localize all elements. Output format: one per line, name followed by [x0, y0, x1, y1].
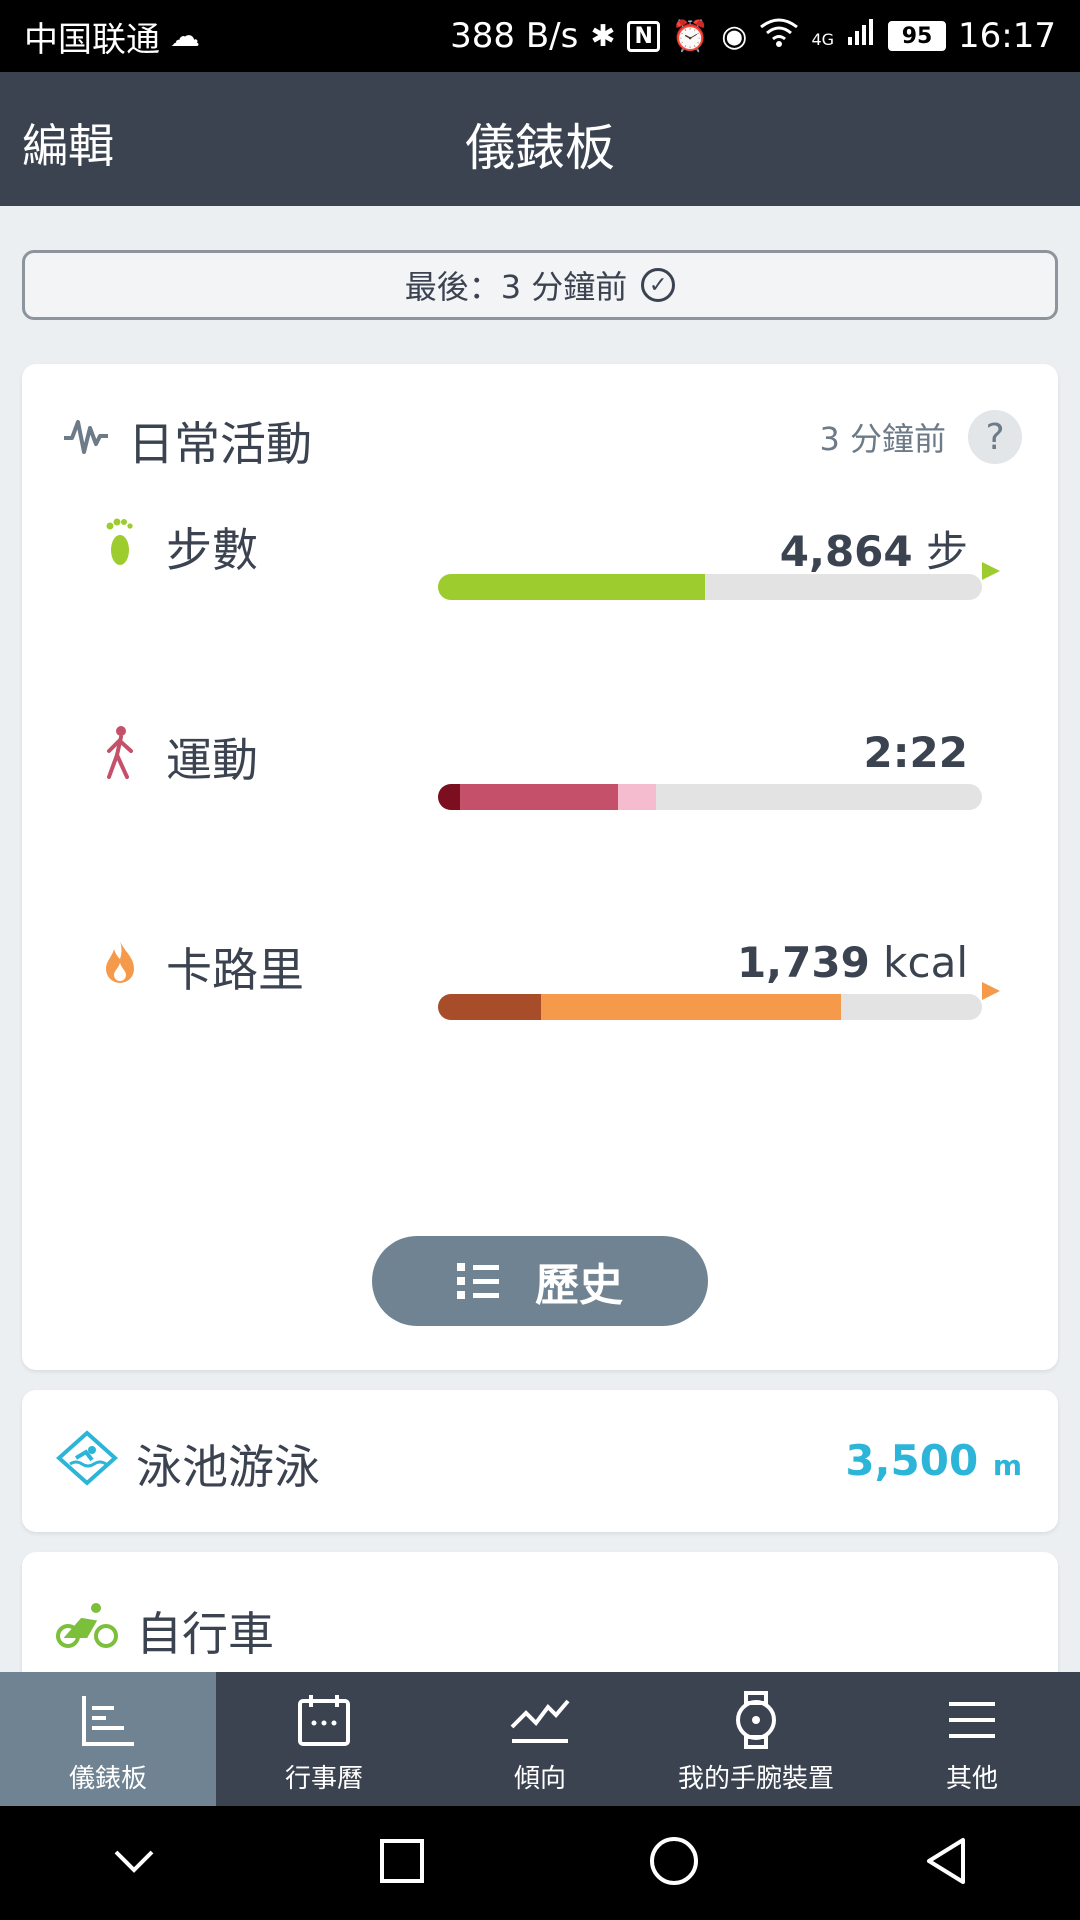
- alarm-icon: ⏰: [671, 18, 710, 54]
- dashboard-icon: [80, 1690, 136, 1750]
- pool-swim-card[interactable]: 泳池游泳 3,500 m: [22, 1390, 1058, 1532]
- calories-value: 1,739 kcal: [736, 938, 968, 987]
- bluetooth-icon: ✱: [590, 18, 616, 54]
- goal-flag-icon: [982, 562, 1000, 580]
- daily-activity-header: 日常活動: [62, 408, 312, 474]
- recent-apps-icon[interactable]: [379, 1838, 425, 1888]
- exercise-label: 運動: [166, 733, 258, 787]
- carrier-name: 中国联通: [24, 19, 160, 60]
- calendar-icon: [297, 1690, 351, 1750]
- calories-metric[interactable]: 卡路里 1,739 kcal: [22, 934, 1058, 1054]
- app-header: 編輯 儀錶板: [0, 72, 1080, 206]
- menu-icon: [947, 1690, 997, 1750]
- sync-status-bar[interactable]: 最後：3 分鐘前 ✓: [22, 250, 1058, 320]
- history-button[interactable]: 歷史: [372, 1236, 708, 1326]
- nav-trend-label: 傾向: [513, 1764, 566, 1794]
- pool-swim-header: 泳池游泳: [55, 1430, 320, 1497]
- home-icon[interactable]: [648, 1835, 700, 1891]
- calories-label: 卡路里: [166, 943, 304, 997]
- wifi-icon: [759, 17, 799, 55]
- exercise-progress-bar: [438, 784, 982, 810]
- status-bar: 中国联通 ☁ 388 B/s ✱ N ⏰ ◉ 4G 95 16:17: [0, 0, 1080, 72]
- steps-metric[interactable]: 步數 4,864 步: [22, 514, 1058, 634]
- last-updated: 3 分鐘前: [819, 420, 946, 458]
- nav-my-watch[interactable]: 我的手腕裝置: [648, 1672, 864, 1806]
- pulse-icon: [62, 414, 110, 469]
- walking-person-icon: [96, 724, 144, 780]
- nfc-icon: N: [627, 20, 660, 52]
- nav-dashboard-label: 儀錶板: [68, 1764, 147, 1794]
- calories-progress-bar: [438, 994, 982, 1020]
- steps-label: 步數: [166, 523, 258, 577]
- exercise-progress-segment: [617, 784, 656, 810]
- exercise-value: 2:22: [863, 728, 968, 777]
- network-speed: 388 B/s: [450, 16, 579, 56]
- nav-more[interactable]: 其他: [864, 1672, 1080, 1806]
- page-title: 儀錶板: [465, 119, 615, 177]
- help-button[interactable]: ?: [968, 410, 1022, 464]
- system-navigation-bar: [0, 1806, 1080, 1920]
- cycling-icon: [56, 1602, 118, 1661]
- steps-progress-bar: [438, 574, 982, 600]
- chevron-down-icon[interactable]: [112, 1846, 156, 1880]
- signal-bars-icon: [846, 16, 876, 56]
- pool-swim-title: 泳池游泳: [136, 1439, 320, 1494]
- trend-icon: [510, 1690, 570, 1750]
- clock: 16:17: [958, 16, 1056, 56]
- nav-more-label: 其他: [945, 1764, 998, 1794]
- watch-icon: [734, 1690, 778, 1750]
- flame-icon: [96, 934, 144, 990]
- swimming-icon: [55, 1430, 119, 1497]
- signal-type: 4G: [811, 30, 835, 49]
- exercise-metric[interactable]: 運動 2:22: [22, 724, 1058, 844]
- sync-status-text: 最後：3 分鐘前: [404, 268, 628, 306]
- cycling-header: 自行車: [56, 1598, 274, 1664]
- cloud-icon: ☁: [170, 18, 200, 54]
- daily-activity-title: 日常活動: [128, 417, 312, 471]
- exercise-progress-segment: [459, 784, 618, 810]
- back-icon[interactable]: [923, 1836, 969, 1890]
- eye-comfort-icon: ◉: [721, 18, 748, 54]
- goal-flag-icon: [982, 982, 1000, 1000]
- list-icon: [457, 1263, 499, 1299]
- steps-value: 4,864 步: [779, 527, 968, 576]
- calories-progress-segment: [438, 994, 542, 1020]
- exercise-progress-segment: [438, 784, 460, 810]
- nav-my-watch-label: 我的手腕裝置: [677, 1764, 834, 1794]
- nav-dashboard[interactable]: 儀錶板: [0, 1672, 216, 1806]
- footprint-icon: [96, 514, 144, 570]
- calories-progress-segment: [541, 994, 841, 1020]
- steps-progress-fill: [438, 574, 705, 600]
- bottom-navigation: 儀錶板 行事曆 傾向 我的手腕裝置 其他: [0, 1672, 1080, 1806]
- nav-trend[interactable]: 傾向: [432, 1672, 648, 1806]
- battery-indicator: 95: [888, 21, 947, 51]
- nav-calendar[interactable]: 行事曆: [216, 1672, 432, 1806]
- nav-calendar-label: 行事曆: [284, 1764, 363, 1794]
- history-label: 歷史: [535, 1260, 623, 1311]
- cycling-title: 自行車: [136, 1607, 274, 1661]
- check-circle-icon: ✓: [641, 268, 676, 302]
- pool-swim-value: 3,500 m: [845, 1436, 1022, 1485]
- daily-activity-card[interactable]: 日常活動 3 分鐘前 ? 步數 4,864 步 運動 2:22 卡路里 1,73…: [22, 364, 1058, 1370]
